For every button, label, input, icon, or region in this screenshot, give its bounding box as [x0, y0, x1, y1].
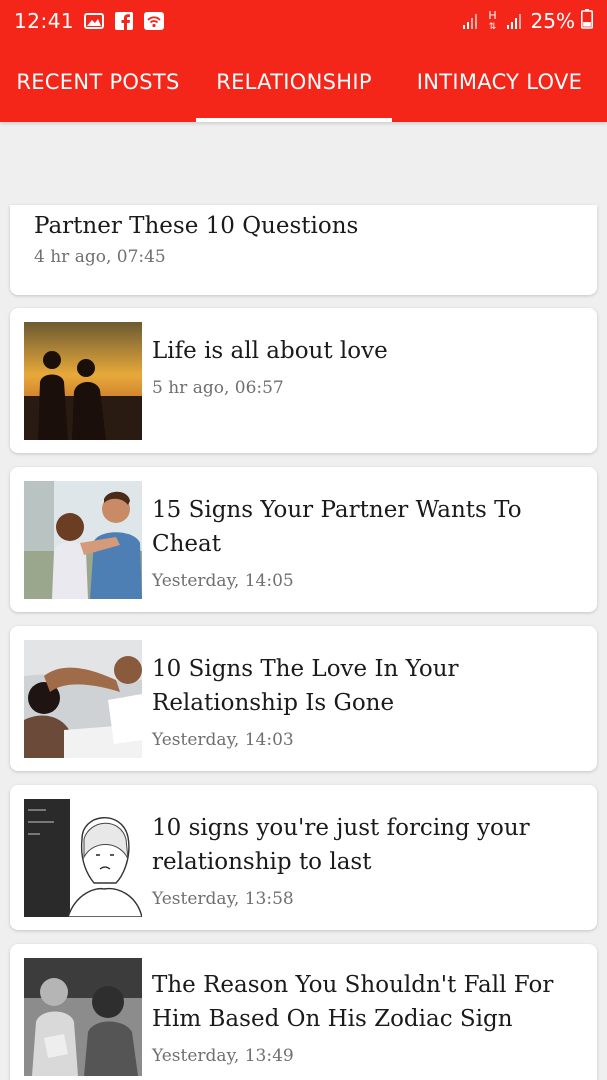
- status-time: 12:41: [14, 9, 75, 33]
- post-card[interactable]: 10 Signs The Love In Your Relationship I…: [10, 626, 597, 771]
- post-title: 10 Signs The Love In Your Relationship I…: [152, 656, 459, 716]
- post-time: 5 hr ago, 06:57: [152, 378, 284, 398]
- gallery-icon: [84, 12, 105, 30]
- signal-icon: [461, 12, 481, 30]
- wifi-icon: [144, 12, 165, 30]
- post-card[interactable]: Life is all about love 5 hr ago, 06:57: [10, 308, 597, 453]
- post-time: Yesterday, 13:58: [152, 889, 294, 909]
- post-card[interactable]: Partner These 10 Questions 4 hr ago, 07:…: [10, 205, 597, 295]
- post-thumbnail: [24, 799, 142, 917]
- post-card[interactable]: 15 Signs Your Partner Wants To Cheat Yes…: [10, 467, 597, 612]
- post-title: 15 Signs Your Partner Wants To Cheat: [152, 497, 522, 557]
- signal-icon-2: [505, 12, 525, 30]
- active-tab-indicator: [196, 118, 392, 122]
- post-title: The Reason You Shouldn't Fall For Him Ba…: [152, 972, 554, 1032]
- tab-intimacy-love[interactable]: INTIMACY LOVE: [392, 42, 607, 122]
- network-type-icon: H ⇅: [488, 8, 497, 32]
- tab-bar: RECENT POSTS RELATIONSHIP INTIMACY LOVE: [0, 42, 607, 122]
- post-title: Partner These 10 Questions: [34, 213, 359, 239]
- post-thumbnail: [24, 481, 142, 599]
- post-title: Life is all about love: [152, 338, 388, 364]
- post-title: 10 signs you're just forcing your relati…: [152, 815, 530, 875]
- status-bar: 12:41 H ⇅ 25%: [0, 0, 607, 42]
- battery-icon: [581, 9, 593, 33]
- post-time: 4 hr ago, 07:45: [34, 247, 166, 267]
- post-thumbnail: [24, 958, 142, 1076]
- post-thumbnail: [24, 322, 142, 440]
- battery-percent: 25%: [530, 9, 575, 33]
- post-thumbnail: [24, 640, 142, 758]
- post-card[interactable]: 10 signs you're just forcing your relati…: [10, 785, 597, 930]
- post-time: Yesterday, 14:05: [152, 571, 294, 591]
- network-type-label: H: [488, 8, 497, 22]
- tab-relationship[interactable]: RELATIONSHIP: [196, 42, 392, 122]
- tab-recent-posts[interactable]: RECENT POSTS: [0, 42, 196, 122]
- facebook-icon: [114, 12, 134, 30]
- post-time: Yesterday, 13:49: [152, 1046, 294, 1066]
- post-time: Yesterday, 14:03: [152, 730, 294, 750]
- post-card[interactable]: The Reason You Shouldn't Fall For Him Ba…: [10, 944, 597, 1080]
